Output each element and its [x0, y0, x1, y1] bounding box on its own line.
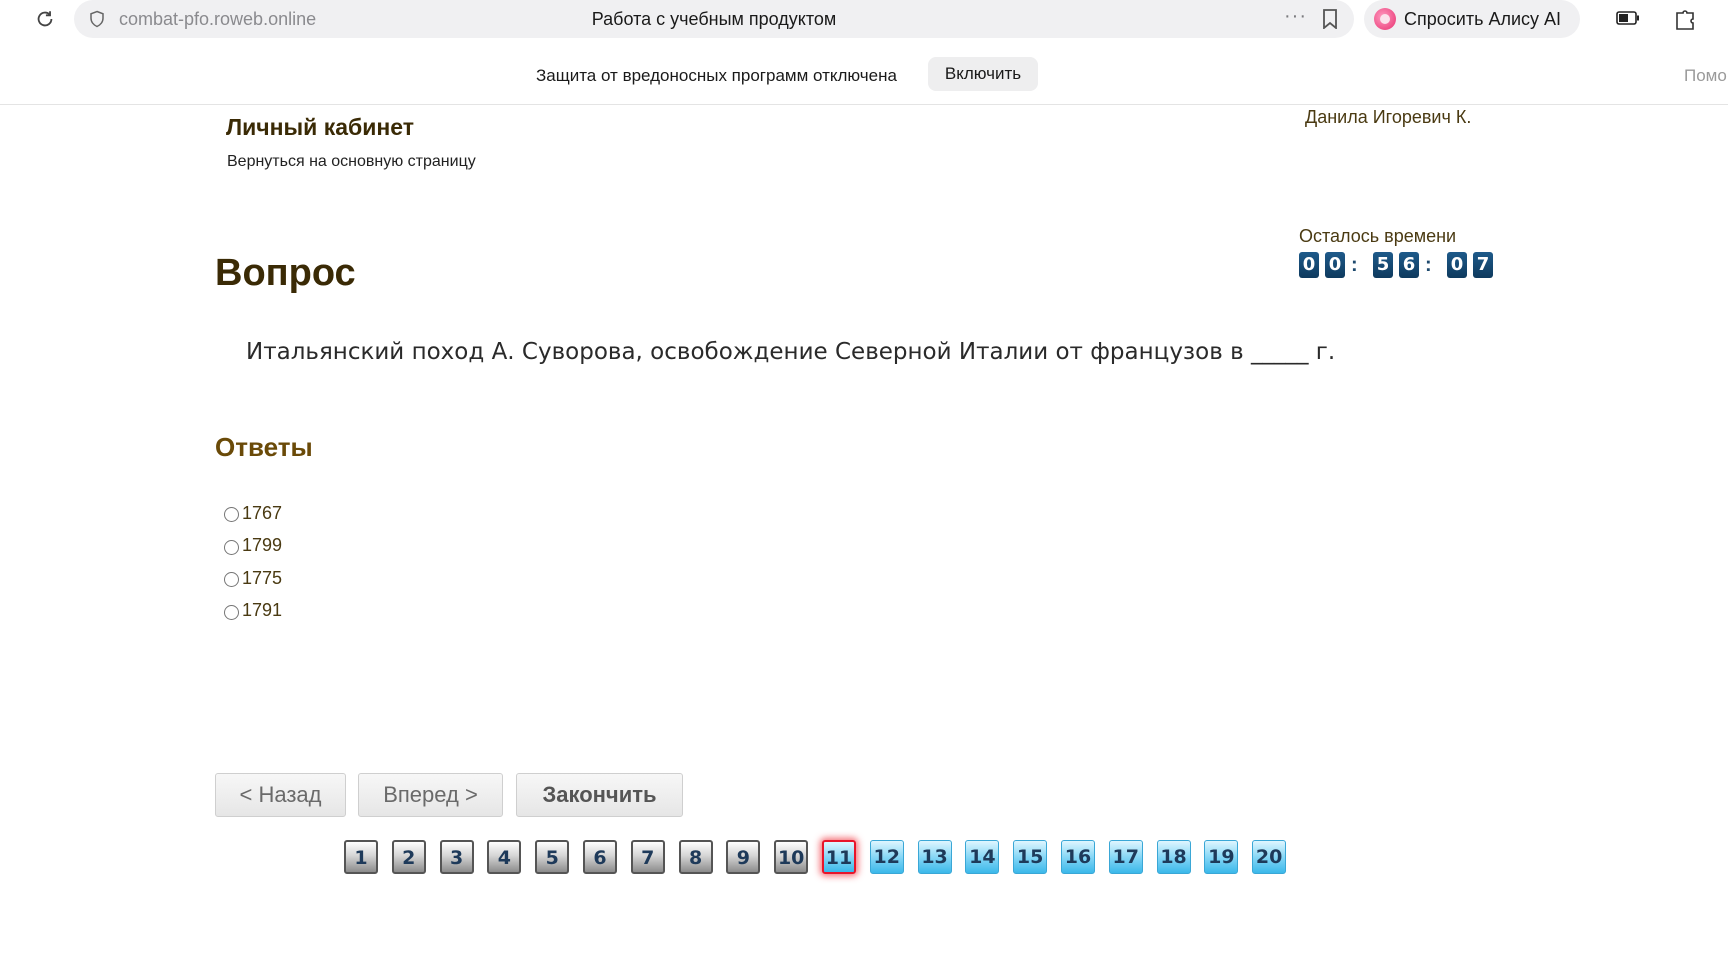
answers-heading: Ответы	[215, 432, 313, 462]
timer-separator: :	[1351, 254, 1358, 276]
page-button[interactable]: 17	[1108, 840, 1143, 874]
answer-option[interactable]: 1799	[222, 530, 282, 563]
user-name: Данила Игоревич К.	[1305, 107, 1472, 127]
timer-separator: :	[1425, 254, 1432, 276]
answer-list: 1767 1799 1775 1791	[222, 497, 282, 627]
page-button-current[interactable]: 11	[821, 840, 856, 874]
page-button[interactable]: 4	[487, 840, 522, 874]
page-button[interactable]: 1	[344, 840, 378, 874]
address-bar[interactable]: combat-pfo.roweb.online Работа с учебным…	[74, 0, 1354, 38]
back-to-main-link[interactable]: Вернуться на основную страницу	[227, 153, 476, 171]
question-pagination: 1 2 3 4 5 6 7 8 9 10 11 12 13 14 15 16 1…	[344, 840, 1300, 874]
reload-icon[interactable]	[32, 6, 58, 32]
page-button[interactable]: 20	[1252, 840, 1287, 874]
page-button[interactable]: 13	[917, 840, 952, 874]
question-heading: Вопрос	[215, 252, 356, 294]
page-button[interactable]: 19	[1204, 840, 1239, 874]
protection-message: Защита от вредоносных программ отключена	[536, 66, 897, 85]
alice-logo-icon	[1374, 8, 1396, 30]
time-left-label: Осталось времени	[1299, 226, 1457, 246]
page-button[interactable]: 12	[869, 840, 904, 874]
ask-alice-label: Спросить Алису AI	[1404, 9, 1562, 29]
timer-digit: 5	[1373, 252, 1393, 278]
page-button[interactable]: 10	[774, 840, 809, 874]
help-link[interactable]: Помо	[1684, 66, 1727, 86]
next-button[interactable]: Вперед >	[358, 773, 503, 817]
cabinet-title[interactable]: Личный кабинет	[226, 114, 414, 141]
timer-digit: 0	[1299, 252, 1319, 278]
page-button[interactable]: 8	[678, 840, 713, 874]
page-button[interactable]: 7	[630, 840, 665, 874]
timer-digit: 7	[1473, 252, 1493, 278]
back-button[interactable]: < Назад	[215, 773, 346, 817]
page-button[interactable]: 14	[965, 840, 1000, 874]
answer-option[interactable]: 1791	[222, 595, 282, 628]
answer-option[interactable]: 1775	[222, 562, 282, 595]
answer-label[interactable]: 1791	[242, 600, 282, 621]
browser-toolbar: combat-pfo.roweb.online Работа с учебным…	[0, 0, 1728, 38]
page-button[interactable]: 6	[582, 840, 617, 874]
answer-radio[interactable]	[224, 572, 239, 588]
ask-alice-button[interactable]: Спросить Алису AI	[1364, 0, 1580, 38]
battery-icon[interactable]	[1616, 11, 1640, 25]
answer-label[interactable]: 1767	[242, 503, 282, 524]
countdown-timer: 0 0 : 5 6 : 0 7	[1299, 252, 1499, 278]
page-button[interactable]: 5	[535, 840, 570, 874]
protection-banner: Защита от вредоносных программ отключена…	[0, 48, 1728, 105]
page-button[interactable]: 16	[1060, 840, 1095, 874]
more-icon[interactable]: ···	[1284, 5, 1307, 28]
extensions-icon[interactable]	[1672, 6, 1698, 32]
answer-label[interactable]: 1775	[242, 568, 282, 589]
bookmark-icon[interactable]	[1322, 9, 1338, 29]
page-button[interactable]: 9	[726, 840, 761, 874]
answer-label[interactable]: 1799	[242, 535, 282, 556]
timer-digit: 0	[1325, 252, 1345, 278]
answer-radio[interactable]	[224, 604, 239, 620]
answer-radio[interactable]	[224, 539, 239, 555]
timer-digit: 0	[1447, 252, 1467, 278]
tab-page-title: Работа с учебным продуктом	[591, 9, 837, 29]
page-button[interactable]: 3	[439, 840, 474, 874]
answer-radio[interactable]	[224, 507, 239, 523]
enable-protection-button[interactable]: Включить	[928, 57, 1038, 91]
page-button[interactable]: 2	[391, 840, 426, 874]
page-button[interactable]: 15	[1013, 840, 1048, 874]
finish-button[interactable]: Закончить	[516, 773, 683, 817]
timer-digit: 6	[1399, 252, 1419, 278]
answer-option[interactable]: 1767	[222, 497, 282, 530]
question-text: Итальянский поход А. Суворова, освобожде…	[246, 339, 1336, 365]
page-button[interactable]: 18	[1156, 840, 1191, 874]
